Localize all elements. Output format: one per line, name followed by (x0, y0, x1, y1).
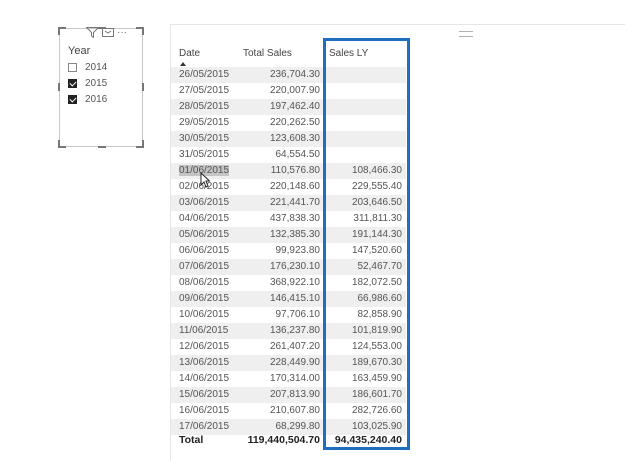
slicer-toolbar: ··· (86, 25, 127, 39)
date-cell: 11/06/2015 (179, 325, 229, 336)
total-sales-cell: 210,607.80 (269, 405, 320, 416)
total-sales-value: 119,440,504.70 (247, 434, 320, 446)
date-cell: 12/06/2015 (179, 341, 230, 352)
slicer-title: Year (68, 45, 91, 57)
total-sales-cell: 207,813.90 (269, 389, 320, 400)
total-sales-cell: 123,608.30 (269, 133, 320, 144)
resize-handle-bottom-right[interactable] (136, 140, 144, 148)
total-sales-cell: 197,462.40 (269, 101, 320, 112)
date-cell: 05/06/2015 (179, 229, 230, 240)
date-cell: 14/06/2015 (179, 373, 230, 384)
total-sales-cell: 220,262.50 (269, 117, 320, 128)
total-sales-cell: 368,922.10 (269, 277, 320, 288)
date-cell: 31/05/2015 (179, 149, 230, 160)
sales-ly-column-highlight (323, 38, 410, 450)
date-cell: 06/06/2015 (179, 245, 230, 256)
date-cell: 09/06/2015 (179, 293, 230, 304)
resize-handle-bottom[interactable] (98, 146, 106, 148)
sort-ascending-icon[interactable] (180, 62, 186, 66)
total-sales-cell: 176,230.10 (269, 261, 320, 272)
date-cell: 27/05/2015 (179, 85, 230, 96)
date-cell: 15/06/2015 (179, 389, 230, 400)
total-sales-cell: 136,237.80 (269, 325, 320, 336)
checkbox-2016[interactable] (68, 95, 77, 104)
date-cell: 07/06/2015 (179, 261, 230, 272)
date-cell: 16/06/2015 (179, 405, 230, 416)
slicer-item-2015[interactable]: 2015 (68, 78, 107, 89)
slicer-item-2016[interactable]: 2016 (68, 94, 107, 105)
date-cell: 03/06/2015 (179, 197, 230, 208)
total-sales-cell: 220,007.90 (269, 85, 320, 96)
date-cell: 13/06/2015 (179, 357, 230, 368)
date-cell: 10/06/2015 (179, 309, 230, 320)
focus-mode-icon[interactable] (102, 27, 114, 38)
total-sales-cell: 221,441.70 (269, 197, 320, 208)
checkbox-2015[interactable] (68, 79, 77, 88)
total-sales-cell: 64,554.50 (275, 149, 321, 160)
column-header-date[interactable]: Date (179, 48, 200, 59)
resize-handle-bottom-left[interactable] (58, 140, 66, 148)
drag-grip-icon[interactable] (459, 31, 473, 37)
total-sales-cell: 97,706.10 (275, 309, 321, 320)
total-sales-cell: 110,576.80 (270, 165, 320, 176)
resize-handle-left[interactable] (58, 83, 60, 91)
filter-icon[interactable] (86, 26, 99, 38)
slicer-item-label: 2016 (85, 94, 108, 105)
total-sales-cell: 228,449.90 (269, 357, 320, 368)
slicer-item-2014[interactable]: 2014 (68, 62, 107, 73)
resize-handle-top-left[interactable] (58, 27, 66, 35)
total-sales-cell: 170,314.00 (269, 373, 320, 384)
total-sales-cell: 146,415.10 (269, 293, 320, 304)
slicer-item-label: 2014 (85, 62, 108, 73)
total-sales-cell: 261,407.20 (269, 341, 320, 352)
date-cell: 30/05/2015 (179, 133, 230, 144)
mouse-cursor-icon (200, 171, 211, 193)
total-sales-cell: 132,385.30 (269, 229, 320, 240)
resize-handle-right[interactable] (142, 83, 144, 91)
total-sales-cell: 220,148.60 (269, 181, 320, 192)
total-sales-cell: 437,838.30 (269, 213, 320, 224)
date-cell: 04/06/2015 (179, 213, 230, 224)
date-cell: 28/05/2015 (179, 101, 230, 112)
total-label: Total (179, 434, 204, 446)
date-cell: 08/06/2015 (179, 277, 230, 288)
total-sales-cell: 236,704.30 (269, 69, 320, 80)
resize-handle-top-right[interactable] (136, 27, 144, 35)
more-options-icon[interactable]: ··· (117, 27, 127, 38)
total-sales-cell: 99,923.80 (275, 245, 321, 256)
column-header-total-sales[interactable]: Total Sales (243, 48, 292, 59)
date-cell: 26/05/2015 (179, 69, 230, 80)
slicer-item-label: 2015 (85, 78, 108, 89)
checkbox-2014[interactable] (68, 63, 77, 72)
year-slicer[interactable]: ··· Year 2014 2015 2016 (58, 25, 144, 148)
date-cell: 29/05/2015 (179, 117, 230, 128)
